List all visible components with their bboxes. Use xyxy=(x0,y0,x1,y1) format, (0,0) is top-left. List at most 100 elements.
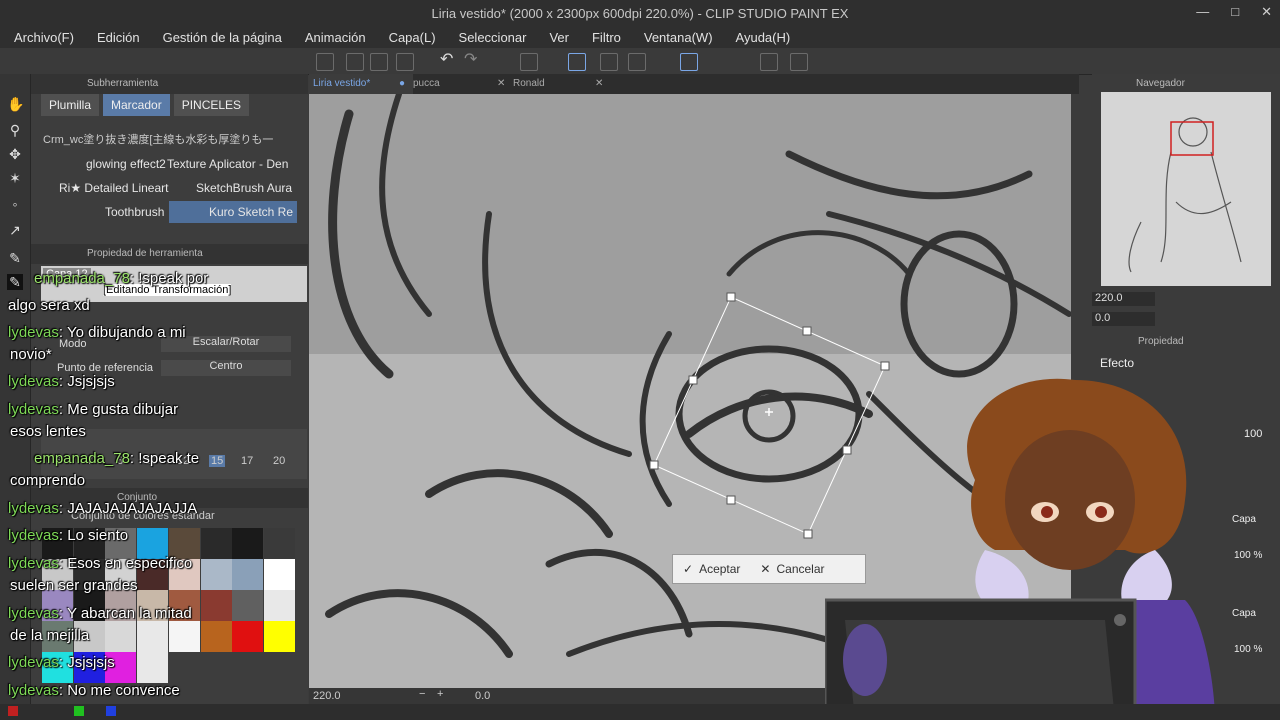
color-swatch[interactable] xyxy=(232,590,264,621)
move-icon[interactable]: ✥ xyxy=(7,146,23,162)
color-swatch[interactable] xyxy=(168,621,200,652)
chat-message: empanada_78: !speak por xyxy=(34,270,209,287)
close-tab-icon[interactable]: ✕ xyxy=(595,74,603,94)
accept-button[interactable]: ✓ Aceptar xyxy=(673,562,750,576)
chat-message: lydevas: Jsjsjsjs xyxy=(8,654,115,671)
zoom-value[interactable]: 220.0 xyxy=(313,690,341,702)
chat-username: lydevas xyxy=(8,654,59,671)
color-swatch[interactable] xyxy=(105,621,137,652)
chat-message: comprendo xyxy=(10,472,85,489)
menu-animacion[interactable]: Animación xyxy=(305,30,366,45)
deselect-icon[interactable] xyxy=(600,53,618,71)
marker-icon[interactable]: ✎ xyxy=(7,274,23,290)
brush-item[interactable]: Texture Aplicator - Den xyxy=(167,153,288,175)
undo-icon[interactable]: ↶ xyxy=(440,52,456,69)
menu-ayuda[interactable]: Ayuda(H) xyxy=(736,30,791,45)
minimize-icon[interactable]: — xyxy=(1196,4,1209,20)
property-header: Propiedad xyxy=(1138,336,1184,347)
check-icon: ✓ xyxy=(683,562,694,576)
chat-username: lydevas xyxy=(8,682,59,699)
menu-capa[interactable]: Capa(L) xyxy=(389,30,436,45)
blue-color-icon[interactable] xyxy=(106,706,116,716)
new-canvas-icon[interactable] xyxy=(316,53,334,71)
grid-icon[interactable] xyxy=(790,53,808,71)
ruler-icon[interactable] xyxy=(680,53,698,71)
size-option[interactable]: 20 xyxy=(273,455,285,467)
menu-bar: Archivo(F) Edición Gestión de la página … xyxy=(0,26,1280,48)
color-swatch[interactable] xyxy=(232,621,264,652)
color-swatch[interactable] xyxy=(200,621,232,652)
menu-edicion[interactable]: Edición xyxy=(97,30,140,45)
command-bar: ↶ ↷ xyxy=(0,48,1280,75)
size-option-selected[interactable]: 15 xyxy=(209,455,226,467)
opacity-value[interactable]: 100 xyxy=(1244,428,1262,440)
hand-icon[interactable]: ✋ xyxy=(7,96,24,112)
close-tab-icon[interactable]: ✕ xyxy=(497,74,505,94)
doc-tab[interactable]: pucca ✕ xyxy=(413,74,509,94)
brush-item[interactable]: Toothbrush xyxy=(105,201,164,223)
brush-item[interactable]: SketchBrush Aura xyxy=(196,177,292,199)
menu-seleccionar[interactable]: Seleccionar xyxy=(459,30,527,45)
wand-icon[interactable]: ✶ xyxy=(7,170,23,186)
green-color-icon[interactable] xyxy=(74,706,84,716)
chat-message: empanada_78: !speak te xyxy=(34,450,200,467)
ruler-snap-icon[interactable] xyxy=(760,53,778,71)
redo-icon[interactable]: ↷ xyxy=(464,52,480,69)
angle-value[interactable]: 0.0 xyxy=(475,690,490,702)
color-swatch[interactable] xyxy=(200,590,232,621)
doc-tab-label: Ronald xyxy=(513,78,545,89)
layer-name[interactable]: Capa xyxy=(1232,608,1256,619)
tab-pinceles[interactable]: PINCELES xyxy=(173,94,250,116)
lasso-icon[interactable]: ◦ xyxy=(7,196,23,212)
save-icon[interactable] xyxy=(370,53,388,71)
chat-message: algo sera xd xyxy=(8,297,90,314)
menu-archivo[interactable]: Archivo(F) xyxy=(14,30,74,45)
zoom-icon[interactable]: ⚲ xyxy=(7,122,23,138)
size-option[interactable]: 17 xyxy=(241,455,253,467)
color-swatch[interactable] xyxy=(232,559,264,590)
tab-marcador[interactable]: Marcador xyxy=(103,94,170,116)
maximize-icon[interactable]: □ xyxy=(1231,4,1239,20)
color-swatch[interactable] xyxy=(263,621,295,652)
color-swatch[interactable] xyxy=(263,590,295,621)
doc-tab[interactable]: Ronald ✕ xyxy=(513,74,609,94)
doc-tab-active[interactable]: Liria vestido* ● xyxy=(309,74,413,94)
transform-icon[interactable] xyxy=(568,53,586,71)
chat-text: de la mejilla xyxy=(10,627,90,644)
nav-angle-value[interactable]: 0.0 xyxy=(1092,312,1155,326)
ref-select[interactable]: Centro xyxy=(161,360,291,376)
menu-gestion-pagina[interactable]: Gestión de la página xyxy=(163,30,282,45)
doc-tab-label: Liria vestido* xyxy=(313,78,371,89)
color-swatch[interactable] xyxy=(200,559,232,590)
layer-name[interactable]: Capa xyxy=(1232,514,1256,525)
invert-selection-icon[interactable] xyxy=(628,53,646,71)
chat-message: lydevas: Jsjsjsjs xyxy=(8,373,115,390)
brush-item[interactable]: glowing effect2 xyxy=(86,153,166,175)
zoom-in-icon[interactable]: + xyxy=(437,688,443,700)
pen-icon[interactable]: ✎ xyxy=(7,250,23,266)
color-swatch[interactable] xyxy=(232,528,264,559)
navigator-preview[interactable] xyxy=(1101,92,1271,286)
brush-item[interactable]: Crm_wc塗り抜き濃度[主線も水彩も厚塗りも一 xyxy=(43,129,273,151)
color-swatch[interactable] xyxy=(137,621,169,652)
tab-plumilla[interactable]: Plumilla xyxy=(41,94,100,116)
red-color-icon[interactable] xyxy=(8,706,18,716)
color-swatch[interactable] xyxy=(263,528,295,559)
cancel-button[interactable]: ✕ Cancelar xyxy=(750,562,834,576)
menu-filtro[interactable]: Filtro xyxy=(592,30,621,45)
open-icon[interactable] xyxy=(346,53,364,71)
brush-item-selected[interactable]: Kuro Sketch Re xyxy=(169,201,297,223)
export-icon[interactable] xyxy=(396,53,414,71)
color-swatch[interactable] xyxy=(137,652,169,683)
color-swatch[interactable] xyxy=(263,559,295,590)
nav-zoom-value[interactable]: 220.0 xyxy=(1092,292,1155,306)
clear-icon[interactable] xyxy=(520,53,538,71)
brush-item[interactable]: Ri★ Detailed Lineart xyxy=(59,177,168,199)
eyedropper-icon[interactable]: ↗ xyxy=(7,222,23,238)
zoom-out-icon[interactable]: − xyxy=(419,688,425,700)
menu-ventana[interactable]: Ventana(W) xyxy=(644,30,713,45)
menu-ver[interactable]: Ver xyxy=(549,30,569,45)
close-icon[interactable]: ✕ xyxy=(1261,4,1272,20)
title-bar: Liria vestido* (2000 x 2300px 600dpi 220… xyxy=(0,0,1280,26)
color-swatch[interactable] xyxy=(200,528,232,559)
